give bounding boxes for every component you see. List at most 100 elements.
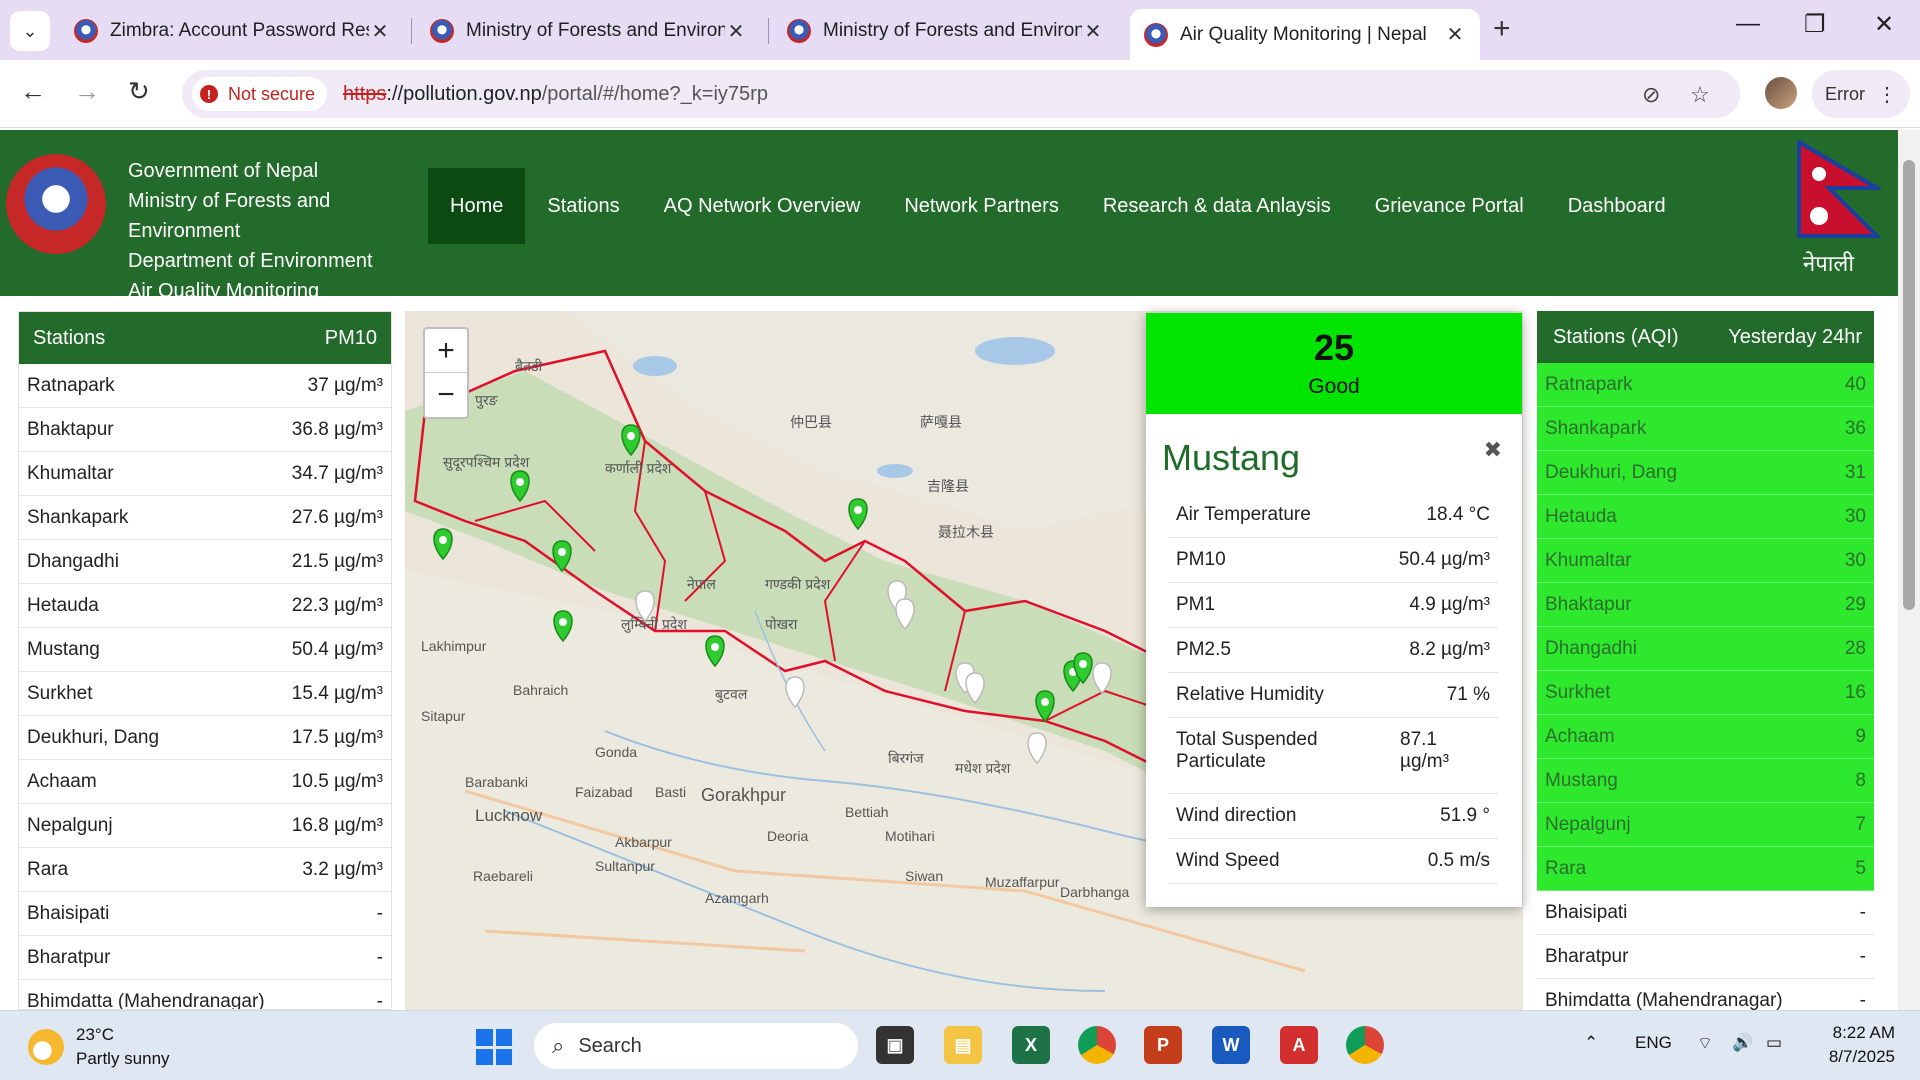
table-row[interactable]: Nepalgunj 16.8 µg/m³: [19, 804, 391, 848]
profile-avatar[interactable]: [1765, 77, 1797, 109]
back-icon[interactable]: ←: [20, 76, 46, 107]
language-indicator[interactable]: ENG: [1635, 1033, 1672, 1053]
aqi-table-body: Ratnapark 40 Shankapark 36 Deukhuri, Dang 31 H…: [1537, 363, 1874, 1010]
aqi-badge: 25 Good: [1146, 313, 1522, 414]
table-row[interactable]: Bhaisipati -: [1537, 891, 1874, 935]
star-icon[interactable]: ☆: [1690, 82, 1710, 108]
minimize-icon[interactable]: —: [1736, 10, 1760, 38]
powerpoint-icon[interactable]: P: [1144, 1026, 1182, 1064]
aqi-table: Stations (AQI) Yesterday 24hr Ratnapark 4…: [1537, 311, 1874, 1010]
close-window-icon[interactable]: ✕: [1874, 10, 1894, 39]
table-row[interactable]: Bharatpur -: [1537, 935, 1874, 979]
url-text[interactable]: https://pollution.gov.np/portal/#/home?_…: [343, 83, 768, 106]
table-row[interactable]: Achaam 9: [1537, 715, 1874, 759]
nav-network-partners[interactable]: Network Partners: [882, 168, 1081, 244]
language-toggle[interactable]: नेपाली: [1803, 248, 1854, 278]
tab-search-button[interactable]: ⌄: [10, 11, 50, 51]
table-row[interactable]: Ratnapark 40: [1537, 363, 1874, 407]
taskbar-search[interactable]: ⌕ Search: [534, 1023, 858, 1069]
table-row[interactable]: Mustang 8: [1537, 759, 1874, 803]
tab-close-icon[interactable]: ✕: [1444, 22, 1466, 47]
nav-stations[interactable]: Stations: [525, 168, 641, 244]
chrome-profile-icon[interactable]: [1346, 1026, 1384, 1064]
acrobat-icon[interactable]: A: [1280, 1026, 1318, 1064]
browser-tab-zimbra[interactable]: Zimbra: Account Password Reset ✕: [60, 9, 405, 53]
table-row[interactable]: Mustang 50.4 µg/m³: [19, 628, 391, 672]
windows-start-icon[interactable]: [476, 1029, 512, 1065]
tab-close-icon[interactable]: ✕: [1082, 19, 1104, 44]
wifi-icon[interactable]: ⌔: [1697, 1033, 1713, 1054]
page-scrollbar[interactable]: [1898, 130, 1920, 1010]
table-row[interactable]: Dhangadhi 21.5 µg/m³: [19, 540, 391, 584]
map-label: Bettiah: [845, 804, 889, 820]
table-row[interactable]: Khumaltar 30: [1537, 539, 1874, 583]
nav-research[interactable]: Research & data Anlaysis: [1081, 168, 1353, 244]
browser-tab-air-quality[interactable]: Air Quality Monitoring | Nepal ✕: [1130, 9, 1480, 60]
eye-slash-icon[interactable]: ⊘: [1642, 82, 1660, 108]
table-row[interactable]: Rara 5: [1537, 847, 1874, 891]
tab-close-icon[interactable]: ✕: [725, 19, 747, 44]
weather-widget[interactable]: 23°C Partly sunny: [28, 1023, 170, 1071]
table-row[interactable]: Surkhet 16: [1537, 671, 1874, 715]
forward-icon[interactable]: →: [74, 76, 100, 107]
popup-station-name: Mustang: [1162, 437, 1301, 478]
word-icon[interactable]: W: [1212, 1026, 1250, 1064]
table-row[interactable]: Bhaktapur 36.8 µg/m³: [19, 408, 391, 452]
table-row[interactable]: Dhangadhi 28: [1537, 627, 1874, 671]
pm10-table: Stations PM10 Ratnapark 37 µg/m³ Bhaktapur…: [18, 311, 392, 1010]
restore-icon[interactable]: ❐: [1804, 10, 1826, 39]
scrollbar-thumb[interactable]: [1903, 160, 1915, 610]
map-label: Raebareli: [473, 868, 533, 884]
zoom-in-button[interactable]: +: [425, 329, 467, 373]
nav-grievance-portal[interactable]: Grievance Portal: [1353, 168, 1546, 244]
reload-icon[interactable]: ↻: [128, 76, 150, 107]
map-label: Bahraich: [513, 682, 568, 698]
station-marker-dot: [971, 680, 979, 688]
map-label: Deoria: [767, 828, 808, 844]
browser-tab-ministry-2[interactable]: Ministry of Forests and Environment ✕: [773, 9, 1118, 53]
site-favicon-icon: [787, 19, 811, 43]
popup-reading-row: Total Suspended Particulate 87.1 µg/m³: [1168, 718, 1498, 794]
table-row[interactable]: Surkhet 15.4 µg/m³: [19, 672, 391, 716]
table-row[interactable]: Shankapark 36: [1537, 407, 1874, 451]
table-row[interactable]: Hetauda 22.3 µg/m³: [19, 584, 391, 628]
file-explorer-icon[interactable]: ▤: [944, 1026, 982, 1064]
system-clock[interactable]: 8:22 AM 8/7/2025: [1795, 1021, 1895, 1069]
error-button[interactable]: Error ⋮: [1812, 70, 1910, 118]
table-row[interactable]: Shankapark 27.6 µg/m³: [19, 496, 391, 540]
zoom-out-button[interactable]: −: [425, 373, 467, 417]
tab-close-icon[interactable]: ✕: [369, 19, 391, 44]
table-row[interactable]: Hetauda 30: [1537, 495, 1874, 539]
excel-icon[interactable]: X: [1012, 1026, 1050, 1064]
kebab-menu-icon: ⋮: [1877, 83, 1897, 106]
nav-home[interactable]: Home: [428, 168, 526, 244]
table-row[interactable]: Deukhuri, Dang 17.5 µg/m³: [19, 716, 391, 760]
volume-icon[interactable]: 🔊: [1732, 1033, 1753, 1053]
nav-dashboard[interactable]: Dashboard: [1546, 168, 1688, 244]
table-row[interactable]: Bhimdatta (Mahendranagar) -: [19, 980, 391, 1010]
browser-tab-ministry-1[interactable]: Ministry of Forests and Environment ✕: [416, 9, 761, 53]
table-row[interactable]: Nepalgunj 7: [1537, 803, 1874, 847]
station-marker-dot: [516, 478, 524, 486]
table-row[interactable]: Bhaktapur 29: [1537, 583, 1874, 627]
table-row[interactable]: Bhimdatta (Mahendranagar) -: [1537, 979, 1874, 1011]
aqi-table-header: Stations (AQI) Yesterday 24hr: [1537, 311, 1874, 363]
table-row[interactable]: Achaam 10.5 µg/m³: [19, 760, 391, 804]
table-row[interactable]: Khumaltar 34.7 µg/m³: [19, 452, 391, 496]
station-marker-dot: [854, 506, 862, 514]
table-row[interactable]: Ratnapark 37 µg/m³: [19, 364, 391, 408]
table-row[interactable]: Bharatpur -: [19, 936, 391, 980]
table-row[interactable]: Rara 3.2 µg/m³: [19, 848, 391, 892]
nav-aq-network-overview[interactable]: AQ Network Overview: [642, 168, 883, 244]
security-chip[interactable]: ! Not secure: [192, 77, 328, 111]
popup-close-icon[interactable]: ✖: [1484, 437, 1502, 463]
address-bar[interactable]: ! Not secure https://pollution.gov.np/po…: [182, 70, 1740, 118]
table-row[interactable]: Deukhuri, Dang 31: [1537, 451, 1874, 495]
table-row[interactable]: Bhaisipati -: [19, 892, 391, 936]
chrome-icon[interactable]: [1078, 1026, 1116, 1064]
battery-icon[interactable]: ▭: [1766, 1033, 1782, 1053]
new-tab-icon[interactable]: +: [1493, 12, 1511, 46]
map-label: 聂拉木县: [938, 524, 994, 540]
task-view-icon[interactable]: ▣: [876, 1026, 914, 1064]
chevron-up-icon[interactable]: ⌃: [1584, 1033, 1598, 1053]
